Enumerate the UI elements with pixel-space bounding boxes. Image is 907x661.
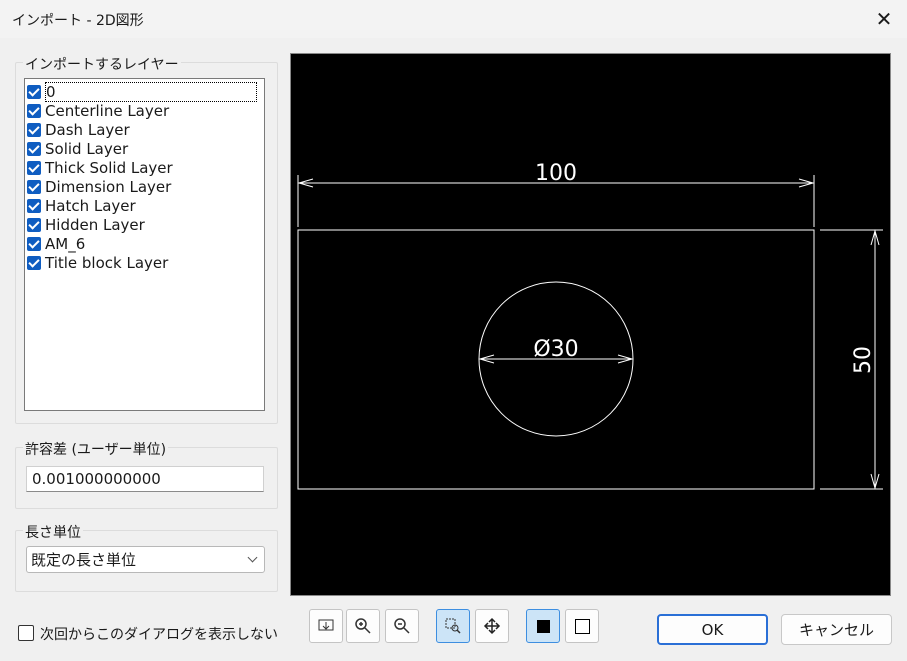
black-background-button[interactable] (526, 609, 560, 643)
zoom-window-icon (445, 618, 461, 634)
layer-label: 0 (45, 81, 257, 102)
zoom-out-button[interactable] (385, 609, 419, 643)
layer-list[interactable]: 0 Centerline Layer Dash Layer Solid Layer Th… (24, 78, 265, 411)
layer-checkbox[interactable] (27, 103, 41, 118)
zoom-extents-button[interactable] (309, 609, 343, 643)
layer-checkbox[interactable] (27, 160, 41, 175)
pan-icon (483, 617, 501, 635)
layer-item[interactable]: AM_6 (27, 234, 85, 253)
cancel-button[interactable]: キャンセル (781, 614, 892, 645)
layer-label: Solid Layer (45, 139, 129, 158)
layer-item[interactable]: Thick Solid Layer (27, 158, 173, 177)
dim-diameter-text: Ø30 (533, 337, 578, 362)
pan-button[interactable] (475, 609, 509, 643)
dont-show-again-label[interactable]: 次回からこのダイアログを表示しない (40, 624, 278, 644)
layer-item[interactable]: Hatch Layer (27, 196, 136, 215)
layer-item[interactable]: Centerline Layer (27, 101, 169, 120)
units-group-label: 長さ単位 (23, 522, 83, 542)
ok-button[interactable]: OK (657, 614, 768, 645)
zoom-in-icon (355, 618, 371, 634)
preview-canvas[interactable]: 100 Ø30 50 (290, 53, 891, 596)
layer-checkbox[interactable] (27, 84, 41, 99)
close-icon: ✕ (875, 7, 893, 31)
zoom-window-button[interactable] (436, 609, 470, 643)
title-bar: インポート - 2D図形 ✕ (0, 0, 907, 38)
dont-show-again-checkbox[interactable] (18, 625, 34, 641)
layer-checkbox[interactable] (27, 255, 41, 270)
layer-label: Title block Layer (45, 253, 169, 272)
layer-item[interactable]: Hidden Layer (27, 215, 145, 234)
chevron-down-icon (247, 552, 258, 563)
length-unit-value: 既定の長さ単位 (31, 551, 137, 569)
layer-label: Dash Layer (45, 120, 130, 139)
window-title: インポート - 2D図形 (12, 13, 144, 29)
layers-group-label: インポートするレイヤー (23, 54, 181, 74)
zoom-extents-icon (318, 619, 334, 631)
layer-label: Hatch Layer (45, 196, 136, 215)
layer-checkbox[interactable] (27, 141, 41, 156)
layer-item[interactable]: Dash Layer (27, 120, 130, 139)
layer-label: Centerline Layer (45, 101, 170, 120)
tolerance-input[interactable]: 0.001000000000 (26, 466, 264, 492)
layer-label: AM_6 (45, 234, 86, 253)
tolerance-group-label: 許容差 (ユーザー単位) (23, 439, 169, 459)
layer-item[interactable]: Solid Layer (27, 139, 128, 158)
layer-checkbox[interactable] (27, 179, 41, 194)
layer-label: Hidden Layer (45, 215, 145, 234)
ok-button-label: OK (701, 620, 724, 639)
dim-width-text: 100 (535, 161, 577, 186)
cancel-button-label: キャンセル (798, 621, 874, 639)
layer-item[interactable]: Title block Layer (27, 253, 168, 272)
layer-checkbox[interactable] (27, 236, 41, 251)
layer-label: Dimension Layer (45, 177, 172, 196)
dim-height-text: 50 (851, 346, 876, 374)
drawing-svg: 100 Ø30 50 (297, 161, 883, 490)
white-background-icon (574, 618, 590, 634)
white-background-button[interactable] (565, 609, 599, 643)
layer-label: Thick Solid Layer (45, 158, 173, 177)
layer-item[interactable]: Dimension Layer (27, 177, 171, 196)
layer-checkbox[interactable] (27, 217, 41, 232)
tolerance-value: 0.001000000000 (32, 470, 161, 488)
length-unit-select[interactable]: 既定の長さ単位 (26, 546, 265, 573)
layer-item[interactable]: 0 (27, 81, 257, 102)
close-button[interactable]: ✕ (861, 0, 907, 38)
zoom-in-button[interactable] (346, 609, 380, 643)
layer-checkbox[interactable] (27, 122, 41, 137)
zoom-out-icon (394, 618, 410, 634)
layer-checkbox[interactable] (27, 198, 41, 213)
black-background-icon (536, 619, 550, 633)
